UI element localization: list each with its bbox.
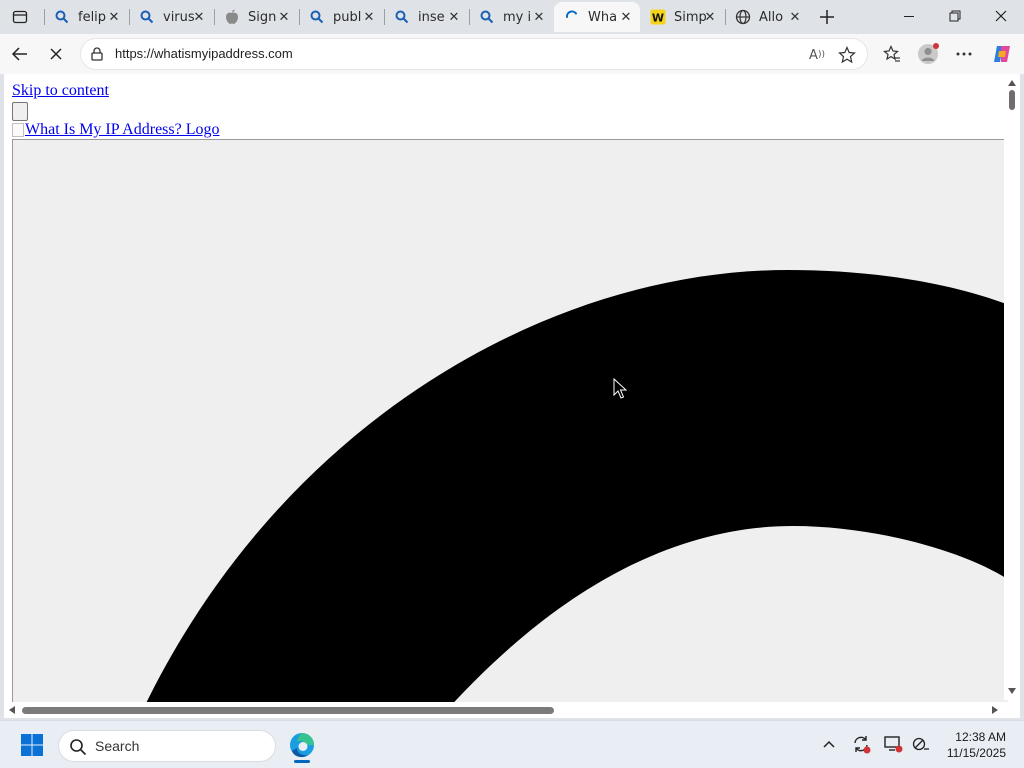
w-logo-icon: W	[650, 9, 666, 25]
close-icon[interactable]: ✕	[361, 9, 377, 25]
copilot-icon	[994, 46, 1010, 62]
windows-logo-icon	[21, 734, 43, 756]
new-tab-button[interactable]	[812, 3, 842, 31]
tab-actions-icon	[12, 10, 28, 24]
close-icon[interactable]: ✕	[106, 9, 122, 25]
site-logo-link[interactable]: What Is My IP Address? Logo	[12, 121, 220, 139]
url-text[interactable]: https://whatismyipaddress.com	[115, 46, 293, 61]
close-icon[interactable]: ✕	[191, 9, 207, 25]
scroll-right-arrow-icon[interactable]	[990, 705, 1000, 715]
tab-actions-button[interactable]	[6, 4, 34, 30]
page-viewport: Skip to content What Is My IP Address? L…	[4, 74, 1020, 718]
restore-button[interactable]	[932, 0, 978, 32]
settings-more-button[interactable]	[948, 38, 980, 70]
close-icon[interactable]: ✕	[702, 9, 718, 25]
tab-felip[interactable]: felip ✕	[44, 2, 128, 32]
tab-publ[interactable]: publ ✕	[299, 2, 383, 32]
web-page: Skip to content What Is My IP Address? L…	[4, 74, 1008, 718]
monitor-alert-icon	[884, 736, 903, 753]
hero-graphic	[12, 139, 1008, 718]
mouse-pointer-icon	[613, 378, 627, 399]
chevron-up-icon	[823, 740, 835, 748]
close-icon	[995, 10, 1007, 22]
tab-allo[interactable]: Allo ✕	[725, 2, 809, 32]
network-tray-button[interactable]	[910, 733, 932, 755]
network-disconnected-icon	[912, 737, 929, 751]
minimize-button[interactable]	[886, 0, 932, 32]
tab-strip: felip ✕ virus ✕ Sign ✕ publ ✕ inse ✕ my …	[0, 0, 1024, 34]
favorites-button[interactable]	[876, 38, 908, 70]
minimize-icon	[904, 16, 914, 17]
avatar-icon	[918, 43, 939, 64]
search-icon	[394, 9, 410, 25]
close-window-button[interactable]	[978, 0, 1024, 32]
address-bar[interactable]: https://whatismyipaddress.com A))	[80, 38, 868, 70]
close-icon[interactable]: ✕	[618, 9, 634, 25]
more-horizontal-icon	[956, 52, 972, 56]
search-icon	[139, 9, 155, 25]
clock-date: 11/15/2025	[946, 746, 1006, 760]
browser-toolbar: https://whatismyipaddress.com A))	[0, 34, 1024, 74]
search-icon	[479, 9, 495, 25]
broken-image-icon	[12, 123, 24, 137]
display-tray-button[interactable]	[882, 733, 904, 755]
close-icon[interactable]: ✕	[446, 9, 462, 25]
favorites-icon	[883, 45, 900, 62]
close-icon	[50, 48, 62, 60]
search-icon	[309, 9, 325, 25]
edge-taskbar-button[interactable]	[284, 727, 320, 763]
unstyled-arc-graphic	[138, 270, 1008, 718]
read-aloud-icon[interactable]: A))	[807, 45, 827, 65]
sync-alert-icon	[854, 736, 871, 754]
close-icon[interactable]: ✕	[276, 9, 292, 25]
profile-button[interactable]	[912, 38, 944, 70]
horizontal-scroll-thumb[interactable]	[22, 707, 554, 714]
horizontal-scrollbar[interactable]	[4, 702, 1020, 718]
globe-icon	[735, 9, 751, 25]
tab-virus[interactable]: virus ✕	[129, 2, 213, 32]
clock-time: 12:38 AM	[955, 730, 1006, 744]
site-info-icon[interactable]	[89, 46, 105, 62]
plus-icon	[820, 10, 834, 24]
close-icon[interactable]: ✕	[531, 9, 547, 25]
back-button[interactable]	[4, 38, 36, 70]
sync-tray-button[interactable]	[850, 733, 872, 755]
vertical-scroll-thumb[interactable]	[1009, 90, 1015, 110]
system-clock[interactable]: 12:38 AM 11/15/2025	[947, 729, 1006, 761]
search-label: Search	[95, 738, 140, 754]
restore-icon	[949, 10, 961, 22]
scroll-left-arrow-icon[interactable]	[7, 705, 17, 715]
close-icon[interactable]: ✕	[787, 9, 803, 25]
back-arrow-icon	[11, 47, 27, 61]
scroll-down-arrow-icon[interactable]	[1007, 686, 1017, 696]
apple-icon	[224, 9, 240, 25]
copilot-button[interactable]	[986, 38, 1018, 70]
show-hidden-icons-button[interactable]	[818, 733, 840, 755]
search-icon	[70, 739, 87, 756]
stop-loading-button[interactable]	[40, 38, 72, 70]
tab-sign[interactable]: Sign ✕	[214, 2, 298, 32]
active-app-indicator	[294, 760, 310, 763]
vertical-scrollbar[interactable]	[1004, 74, 1020, 700]
add-favorite-icon[interactable]	[837, 45, 857, 65]
start-button[interactable]	[12, 729, 52, 761]
svg-text:W: W	[652, 12, 664, 25]
windows-taskbar: Search 12:38 AM 11/15/2025	[0, 720, 1024, 768]
tab-whatismyipaddress-active[interactable]: Wha ✕	[554, 2, 640, 32]
search-icon	[54, 9, 70, 25]
tab-simp[interactable]: W Simp ✕	[640, 2, 724, 32]
tab-inse[interactable]: inse ✕	[384, 2, 468, 32]
tab-my-ip[interactable]: my i ✕	[469, 2, 553, 32]
edge-browser-icon	[290, 733, 314, 758]
logo-alt-text: What Is My IP Address? Logo	[25, 121, 220, 138]
taskbar-search-box[interactable]: Search	[58, 730, 276, 762]
scroll-up-arrow-icon[interactable]	[1007, 78, 1017, 88]
menu-toggle-button[interactable]	[12, 102, 28, 121]
skip-to-content-link[interactable]: Skip to content	[12, 82, 109, 100]
loading-spinner-icon	[564, 9, 580, 25]
